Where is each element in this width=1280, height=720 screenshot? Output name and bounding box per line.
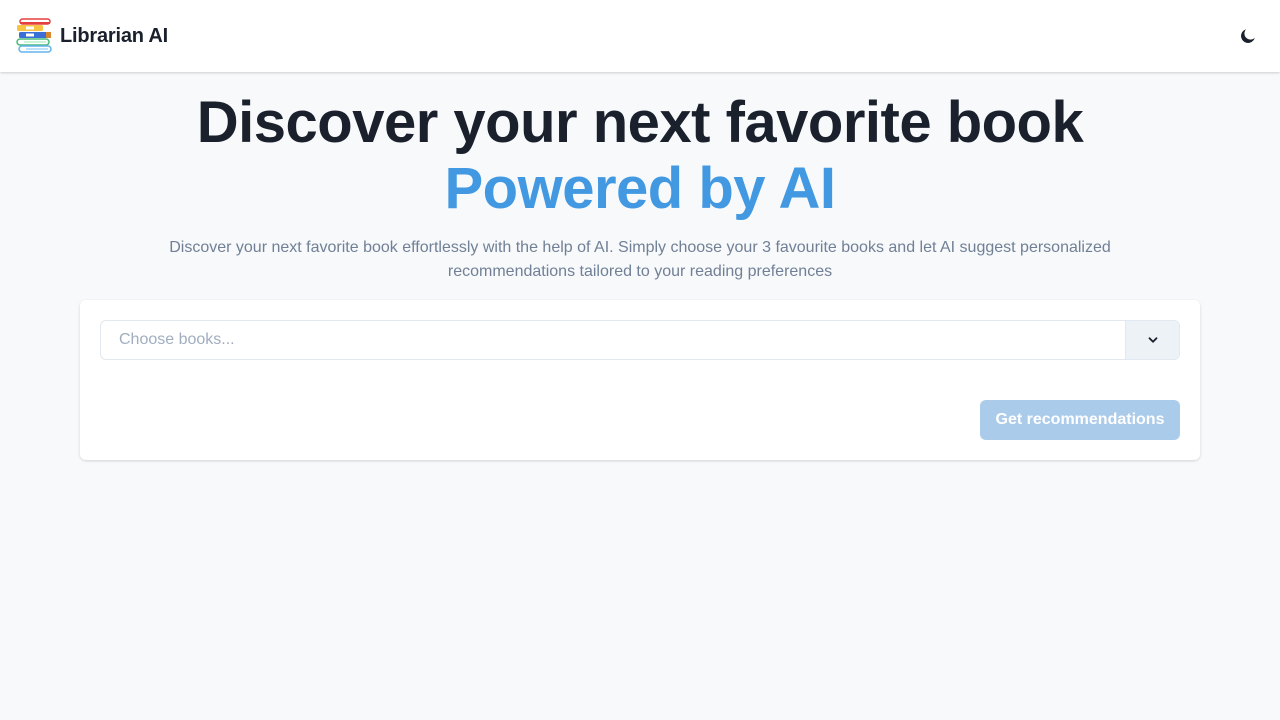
get-recommendations-button[interactable]: Get recommendations	[980, 400, 1180, 440]
book-search-input[interactable]	[101, 321, 1125, 359]
top-navbar: Librarian AI	[0, 0, 1280, 72]
recommendation-form-card: Get recommendations	[80, 300, 1200, 460]
hero-title-line: Discover your next favorite book	[196, 90, 1084, 155]
stacked-books-icon	[16, 18, 52, 53]
chevron-down-icon	[1148, 337, 1157, 343]
moon-icon	[1241, 29, 1255, 43]
brand-name: Librarian AI	[60, 24, 168, 47]
hero-title-accent: Powered by AI	[444, 156, 836, 221]
brand-link[interactable]: Librarian AI	[16, 18, 168, 54]
hero-description: Discover your next favorite book effortl…	[169, 239, 1111, 280]
hero-title: Discover your next favorite book Powered…	[0, 90, 1280, 222]
theme-toggle-button[interactable]	[1228, 16, 1268, 56]
book-select-toggle[interactable]	[1125, 321, 1179, 359]
book-select[interactable]	[100, 320, 1180, 360]
